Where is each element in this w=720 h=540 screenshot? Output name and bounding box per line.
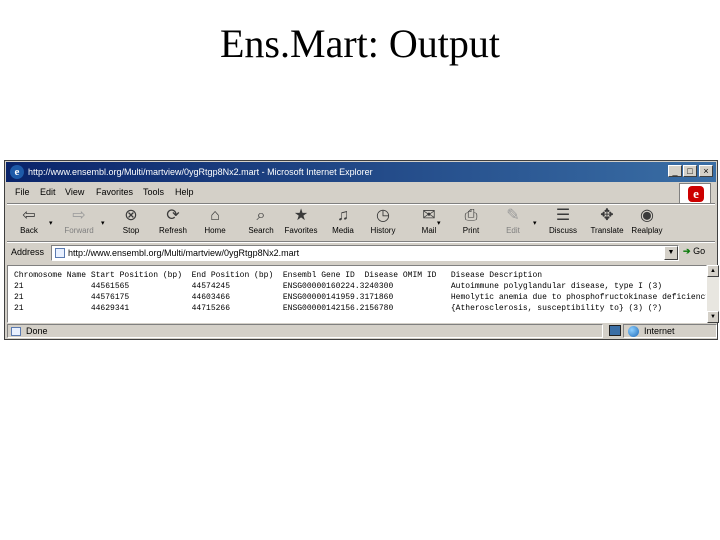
- back-button[interactable]: ⇦ Back: [7, 205, 51, 241]
- slide-title: Ens.Mart: Output: [220, 21, 500, 66]
- favorites-label: Favorites: [284, 226, 318, 235]
- back-dropdown-caret[interactable]: ▾: [49, 219, 53, 227]
- home-button[interactable]: ⌂ Home: [193, 205, 237, 241]
- address-input[interactable]: http://www.ensembl.org/Multi/martview/0y…: [51, 245, 679, 261]
- menu-favorites[interactable]: Favorites: [96, 187, 133, 197]
- realplay-button[interactable]: ◉ Realplay: [625, 205, 669, 241]
- edit-icon: ✎: [506, 207, 520, 224]
- standard-toolbar: ⇦ Back ▾ ⇨ Forward ▾ ⊗ Stop ⟳ Refresh ⌂ …: [7, 205, 715, 241]
- page-icon: [55, 248, 65, 258]
- history-button[interactable]: ◷ History: [361, 205, 405, 241]
- forward-button[interactable]: ⇨ Forward: [57, 205, 101, 241]
- search-label: Search: [248, 226, 274, 235]
- address-url: http://www.ensembl.org/Multi/martview/0y…: [68, 248, 300, 258]
- results-table: Chromosome Name Start Position (bp) End …: [14, 270, 707, 314]
- realplay-label: Realplay: [631, 226, 663, 235]
- media-icon: ♫: [337, 207, 349, 224]
- search-icon: ⌕: [256, 207, 266, 224]
- address-label: Address: [11, 247, 45, 257]
- favorites-button[interactable]: ★ Favorites: [279, 205, 323, 241]
- menu-tools[interactable]: Tools: [143, 187, 164, 197]
- window-title: http://www.ensembl.org/Multi/martview/0y…: [28, 167, 373, 177]
- discuss-icon: ☰: [555, 207, 571, 224]
- status-zone-panel: Internet: [623, 324, 717, 338]
- menu-help[interactable]: Help: [175, 187, 194, 197]
- forward-dropdown-caret[interactable]: ▾: [101, 219, 105, 227]
- print-button[interactable]: ⎙ Print: [449, 205, 493, 241]
- menu-edit[interactable]: Edit: [40, 187, 56, 197]
- scroll-down-button[interactable]: ▼: [707, 311, 719, 323]
- scroll-up-button[interactable]: ▲: [707, 265, 719, 277]
- address-dropdown-button[interactable]: ▼: [664, 246, 678, 260]
- refresh-label: Refresh: [158, 226, 187, 235]
- internet-globe-icon: [628, 326, 639, 337]
- title-bar[interactable]: e http://www.ensembl.org/Multi/martview/…: [6, 162, 716, 182]
- page-content: Chromosome Name Start Position (bp) End …: [7, 265, 707, 323]
- address-bar: Address http://www.ensembl.org/Multi/mar…: [7, 243, 715, 263]
- table-row: 21 44576175 44603466 ENSG00000141959.317…: [14, 293, 707, 302]
- go-arrow-icon: ➔: [683, 246, 691, 256]
- favorites-icon: ★: [293, 207, 309, 224]
- vertical-scrollbar[interactable]: ▲ ▼: [707, 265, 719, 323]
- translate-button[interactable]: ✥ Translate: [585, 205, 629, 241]
- menu-file[interactable]: File: [15, 187, 30, 197]
- stop-button[interactable]: ⊗ Stop: [109, 205, 153, 241]
- status-bar: Done Internet: [7, 324, 717, 339]
- edit-dropdown-caret[interactable]: ▾: [533, 219, 537, 227]
- mail-label: Mail: [421, 226, 437, 235]
- mail-button[interactable]: ✉ Mail: [407, 205, 451, 241]
- stop-label: Stop: [122, 226, 140, 235]
- table-row: 21 44561565 44574245 ENSG00000160224.324…: [14, 282, 663, 291]
- media-label: Media: [332, 226, 354, 235]
- ie-throbber: e: [679, 183, 711, 205]
- history-icon: ◷: [376, 207, 390, 224]
- close-button[interactable]: ×: [699, 165, 713, 177]
- mail-dropdown-caret[interactable]: ▾: [437, 219, 441, 227]
- forward-label: Forward: [64, 226, 94, 235]
- browser-window: e http://www.ensembl.org/Multi/martview/…: [4, 160, 719, 340]
- ie-logo-icon: e: [10, 165, 24, 179]
- stop-icon: ⊗: [124, 207, 138, 224]
- status-main-panel: Done: [7, 324, 603, 338]
- discuss-button[interactable]: ☰ Discuss: [541, 205, 585, 241]
- translate-icon: ✥: [600, 207, 614, 224]
- edit-button[interactable]: ✎ Edit: [491, 205, 535, 241]
- network-icon: [609, 325, 621, 336]
- edit-label: Edit: [506, 226, 520, 235]
- refresh-icon: ⟳: [166, 207, 180, 224]
- table-row: 21 44629341 44715266 ENSG00000142156.215…: [14, 304, 663, 313]
- results-header-row: Chromosome Name Start Position (bp) End …: [14, 271, 543, 280]
- maximize-button[interactable]: □: [683, 165, 697, 177]
- translate-label: Translate: [590, 226, 624, 235]
- print-icon: ⎙: [464, 207, 478, 224]
- ie-activity-icon: e: [688, 186, 704, 202]
- back-label: Back: [20, 226, 38, 235]
- minimize-button[interactable]: _: [668, 165, 682, 177]
- menu-bar: File Edit View Favorites Tools Help: [7, 183, 715, 201]
- home-icon: ⌂: [210, 207, 220, 224]
- status-text: Done: [26, 326, 48, 336]
- home-label: Home: [204, 226, 226, 235]
- page-done-icon: [11, 327, 21, 336]
- go-button[interactable]: ➔ Go: [683, 246, 705, 257]
- back-arrow-icon: ⇦: [22, 207, 36, 224]
- discuss-label: Discuss: [548, 226, 577, 235]
- search-button[interactable]: ⌕ Search: [239, 205, 283, 241]
- forward-arrow-icon: ⇨: [72, 207, 86, 224]
- print-label: Print: [462, 226, 480, 235]
- go-label: Go: [693, 246, 706, 256]
- realplay-icon: ◉: [640, 207, 654, 224]
- history-label: History: [370, 226, 396, 235]
- media-button[interactable]: ♫ Media: [321, 205, 365, 241]
- refresh-button[interactable]: ⟳ Refresh: [151, 205, 195, 241]
- status-zone: Internet: [644, 326, 675, 336]
- mail-icon: ✉: [422, 207, 436, 224]
- menu-view[interactable]: View: [65, 187, 84, 197]
